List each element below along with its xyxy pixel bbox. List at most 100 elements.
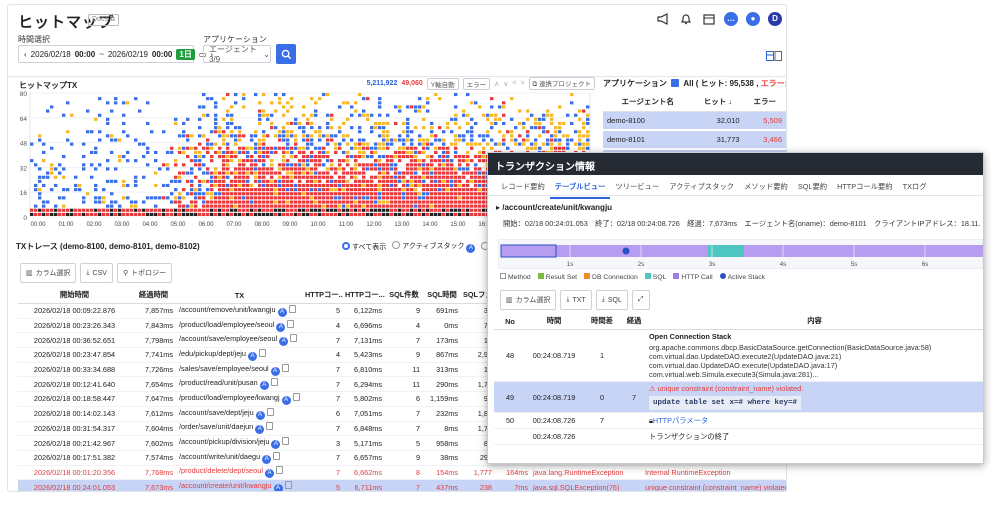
range-days-badge[interactable]: 1日 <box>176 48 195 60</box>
nav-next-icon[interactable]: > <box>520 80 524 87</box>
tx-row[interactable]: 48 00:24:08.719 1 Open Connection Stack o… <box>494 329 983 382</box>
tx-timeline[interactable]: 1s 2s 3s 4s 5s 6s <box>498 239 983 269</box>
tx-tab-1[interactable]: テーブルビュー <box>549 179 611 199</box>
tx-row[interactable]: 00:24:08.726 トランザクションの終了 <box>494 428 983 445</box>
tx-tab-6[interactable]: HTTPコール要約 <box>832 179 898 199</box>
copy-icon[interactable] <box>282 437 290 446</box>
agent-row[interactable]: demo-8100 32,010 5,509 <box>603 111 786 131</box>
copy-icon[interactable] <box>281 363 289 372</box>
heatmap-cell <box>258 101 262 105</box>
heatmap-cell <box>310 188 314 192</box>
tx-row[interactable]: 50 00:24:08.726 7 🔒︎HTTPパラメータ <box>494 412 983 429</box>
topology-button[interactable]: ⚲ トポロジー <box>116 263 173 283</box>
tx-col-4[interactable]: 内容 <box>646 313 983 330</box>
layout-toggle-icon[interactable] <box>766 51 782 63</box>
chat-icon[interactable]: … <box>724 11 738 26</box>
legend-item[interactable]: SQL <box>644 273 666 281</box>
txt-button[interactable]: ⤓ TXT <box>560 290 592 310</box>
trace-tx[interactable]: /product/read/unit/pusan A <box>176 376 303 393</box>
error-filter-select[interactable]: エラー <box>462 77 491 90</box>
trace-sql-count: 9 <box>385 303 423 319</box>
trace-tx[interactable]: /order/save/unit/daejun A <box>176 421 303 437</box>
search-button[interactable] <box>276 44 296 64</box>
copy-icon[interactable] <box>273 451 281 460</box>
col-errors[interactable]: エラー <box>743 92 786 112</box>
docs-link[interactable]: Docs ⧉ <box>88 14 119 26</box>
tx-tab-7[interactable]: TXログ <box>898 179 932 199</box>
trace-tx[interactable]: /edu/pickup/dept/jeju A <box>176 347 303 363</box>
tx-col-2[interactable]: 時間差 <box>582 313 622 330</box>
sql-button[interactable]: ⤓ SQL <box>595 290 628 310</box>
legend-item[interactable]: Method <box>500 273 531 281</box>
trace-tx[interactable]: /account/remove/unit/kwangju A <box>176 303 303 319</box>
radio-all[interactable]: すべて表示 <box>342 242 386 252</box>
expand-button[interactable]: ⤢ <box>631 290 650 310</box>
tx-col-3[interactable]: 経過 <box>622 313 646 330</box>
calendar-icon[interactable] <box>701 11 716 26</box>
agent-row[interactable]: demo-8101 31,773 3,466 <box>603 130 786 150</box>
copy-icon[interactable] <box>284 481 292 490</box>
copy-icon[interactable] <box>270 378 278 387</box>
nav-prev-icon[interactable]: < <box>512 80 516 87</box>
legend-item[interactable]: Result Set <box>537 273 577 281</box>
trace-tx[interactable]: /account/save/employee/seoul A <box>176 332 303 349</box>
trace-tx[interactable]: /product/load/employee/seoul A <box>176 318 303 334</box>
trace-col-5[interactable]: SQL件数 <box>385 287 423 304</box>
trace-tx[interactable]: /account/write/unit/daegu A <box>176 450 303 466</box>
copy-icon[interactable] <box>258 348 266 357</box>
trace-row[interactable]: 2026/02/18 00:01:20.356 7,768ms /product… <box>18 465 786 481</box>
copy-icon[interactable] <box>266 407 274 416</box>
chevron-left-icon[interactable]: ‹ <box>24 50 27 59</box>
tx-col-0[interactable]: No <box>494 313 526 330</box>
heatmap-cell <box>42 175 46 179</box>
trace-http-count: 7 <box>303 332 343 349</box>
copy-icon[interactable] <box>290 334 298 343</box>
tx-column-select-button[interactable]: ▥ カラム選択 <box>500 290 557 310</box>
col-agent[interactable]: エージェント名 <box>603 92 693 112</box>
copy-icon[interactable] <box>288 304 296 313</box>
tx-col-1[interactable]: 時間 <box>526 313 582 330</box>
trace-tx[interactable]: /product/delete/dept/seoul A <box>176 465 303 481</box>
trace-tx[interactable]: /sales/save/employee/seoul A <box>176 362 303 378</box>
user-avatar[interactable]: D <box>768 11 782 26</box>
trace-tx[interactable]: /account/pickup/division/jeju A <box>176 435 303 451</box>
column-select-button[interactable]: ▥ カラム選択 <box>20 263 77 283</box>
heatmap-cell <box>210 200 214 204</box>
app-select[interactable]: エージェント 3/9 ⌄ <box>203 45 271 64</box>
user-icon[interactable]: ● <box>746 11 760 26</box>
trace-col-3[interactable]: HTTPコー... <box>303 287 343 304</box>
trace-col-4[interactable]: HTTPコー... <box>343 287 385 304</box>
tx-row[interactable]: 49 00:24:08.719 0 7 ⚠ unique constraint … <box>494 381 983 413</box>
tx-tab-5[interactable]: SQL要約 <box>793 179 832 199</box>
trace-row[interactable]: 2026/02/18 00:24:01.053 7,673ms /account… <box>18 479 786 491</box>
trace-tx[interactable]: /account/create/unit/kwangju A <box>176 479 303 491</box>
all-checkbox[interactable] <box>671 79 680 87</box>
nav-up-icon[interactable]: ∧ <box>494 80 499 88</box>
csv-button[interactable]: ⤓ CSV <box>80 263 113 283</box>
bell-icon[interactable] <box>678 11 693 26</box>
tx-tab-2[interactable]: ツリービュー <box>610 179 664 199</box>
megaphone-icon[interactable] <box>655 11 670 26</box>
trace-col-0[interactable]: 開始時間 <box>18 287 131 304</box>
tx-tab-3[interactable]: アクティブスタック <box>664 179 739 199</box>
legend-item[interactable]: DB Connection <box>584 273 638 281</box>
trace-tx[interactable]: /product/load/employee/kwangj A <box>176 391 303 407</box>
y-axis-select[interactable]: Y軸自動 <box>426 77 459 90</box>
trace-col-6[interactable]: SQL時間 <box>423 287 461 304</box>
copy-icon[interactable] <box>292 392 300 401</box>
legend-item[interactable]: Active Stack <box>719 273 765 281</box>
tx-tab-4[interactable]: メソッド要約 <box>739 179 793 199</box>
trace-sql-count: 5 <box>385 435 423 451</box>
copy-icon[interactable] <box>276 466 284 475</box>
legend-item[interactable]: HTTP Call <box>673 273 713 281</box>
nav-down-icon[interactable]: ∨ <box>503 80 508 88</box>
date-range-picker[interactable]: ‹ 2026/02/18 00:00 ~ 2026/02/19 00:00 1日… <box>18 45 213 63</box>
col-hits[interactable]: ヒット ↓ <box>692 92 744 112</box>
copy-icon[interactable] <box>287 319 295 328</box>
trace-tx[interactable]: /account/save/dept/jeju A <box>176 406 303 422</box>
copy-icon[interactable] <box>266 422 274 431</box>
trace-col-1[interactable]: 経過時間 <box>131 287 176 304</box>
trace-col-2[interactable]: TX <box>176 287 303 304</box>
radio-active-stack[interactable]: アクティブスタック A <box>392 241 476 253</box>
tx-tab-0[interactable]: レコード要約 <box>496 179 550 199</box>
